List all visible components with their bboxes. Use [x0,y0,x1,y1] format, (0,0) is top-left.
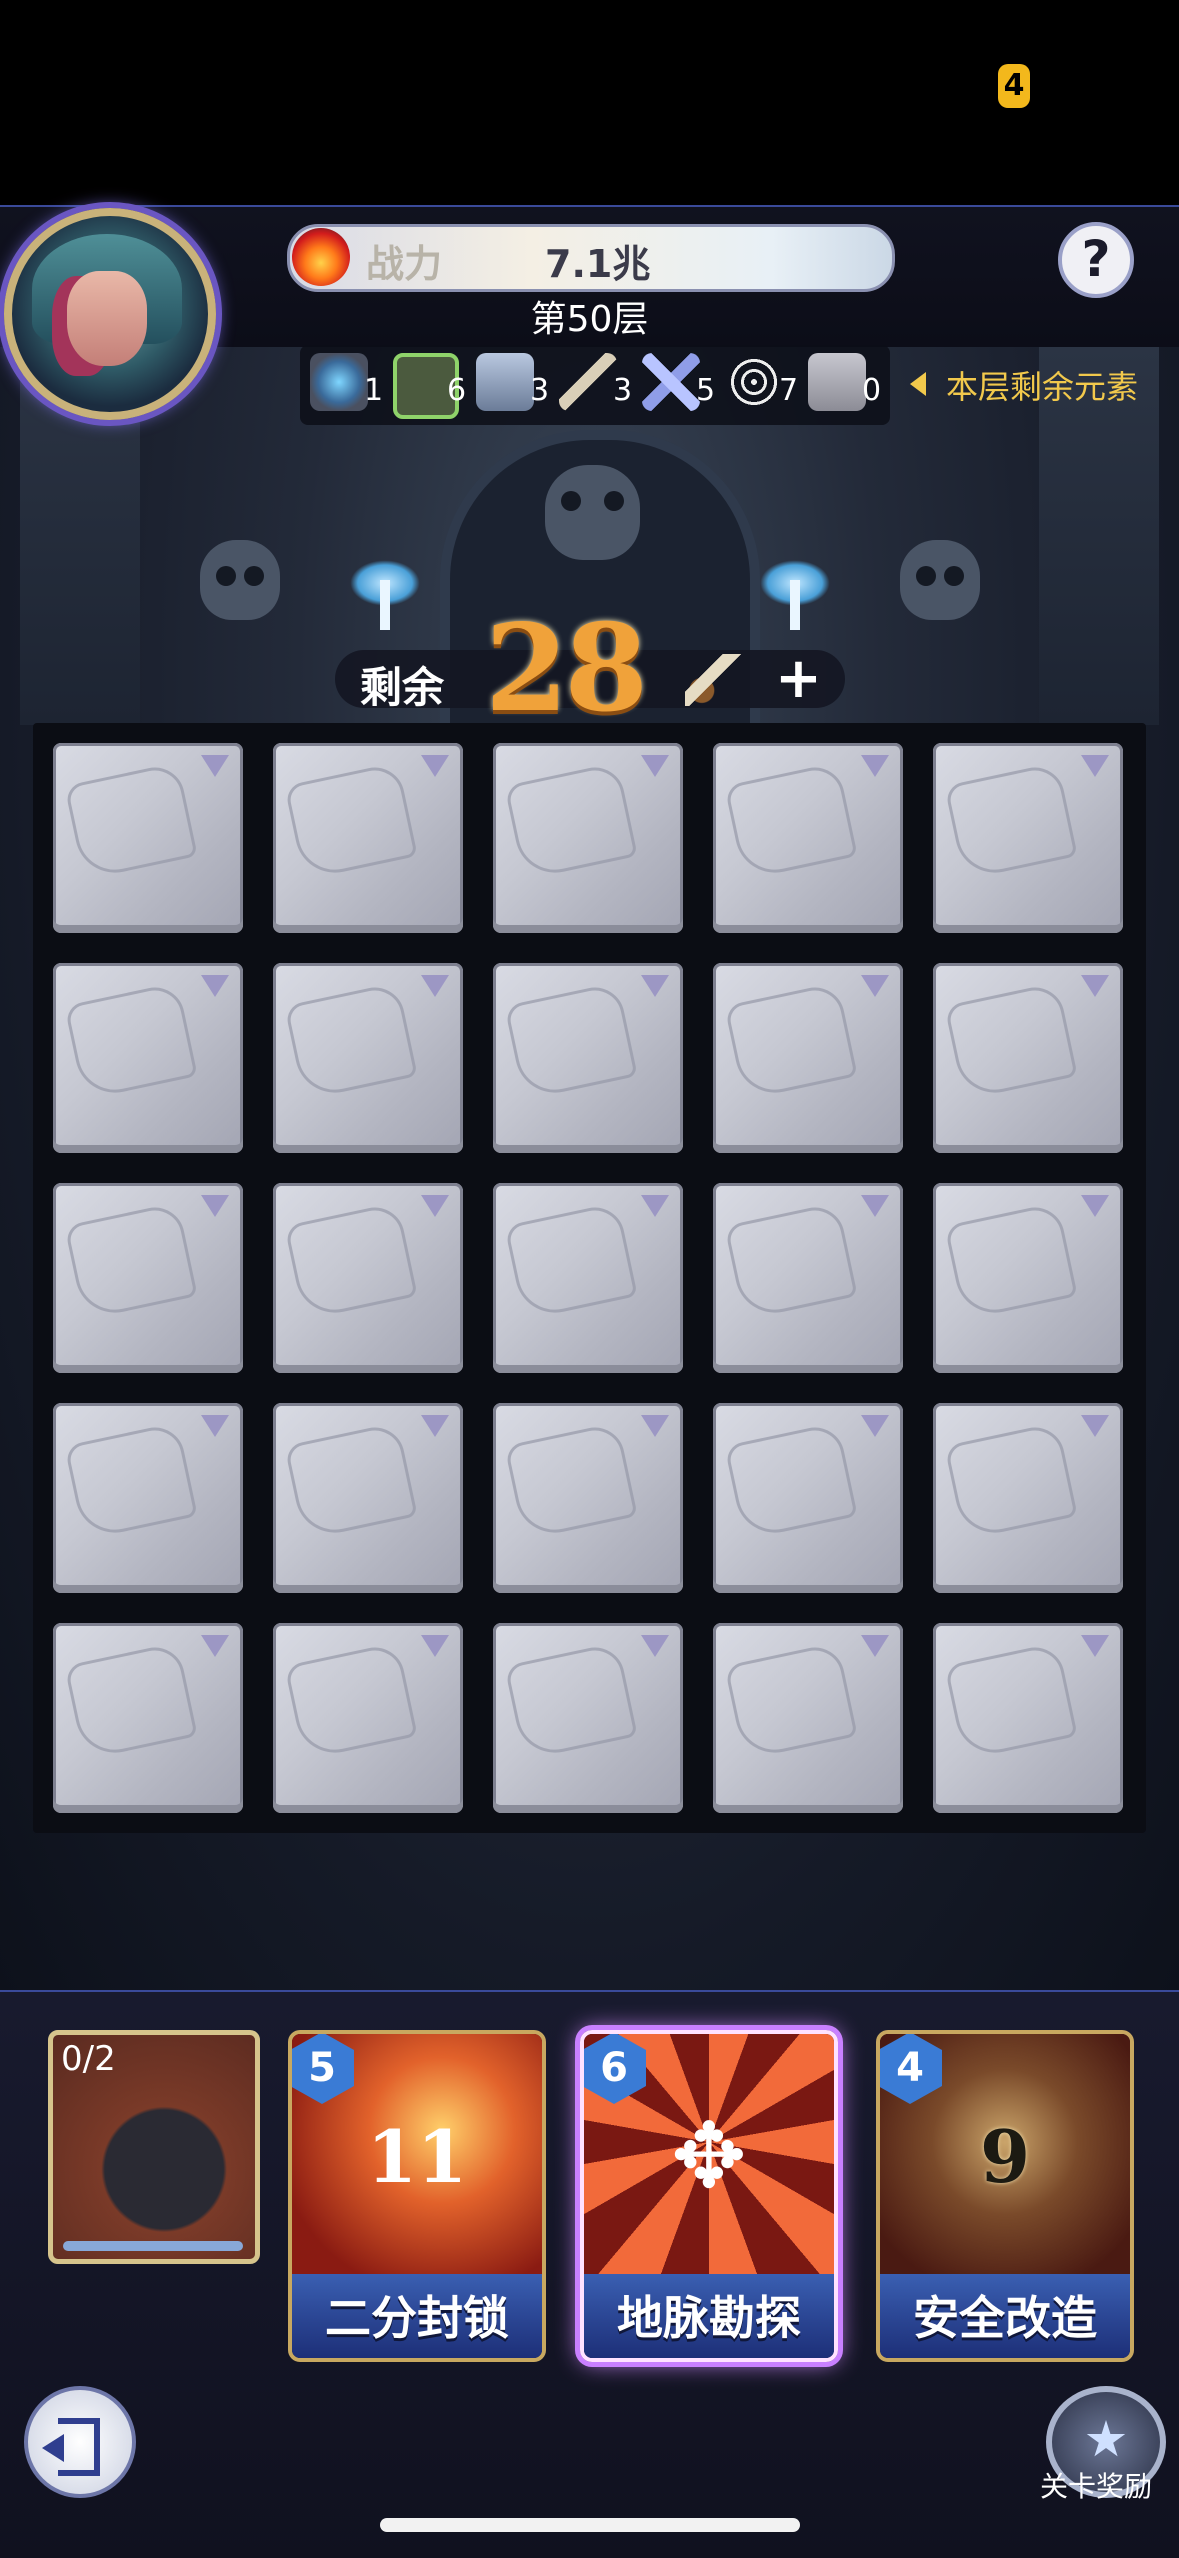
stone-tile[interactable] [713,1403,903,1593]
stone-tile[interactable] [53,1403,243,1593]
remaining-count: 28 [485,598,648,739]
element-count: 6 [447,373,467,408]
avatar-face [67,271,147,366]
crossed-swords-icon [642,353,700,411]
skill-label: 二分封锁 [325,2291,509,2345]
player-avatar[interactable] [4,208,216,420]
stone-tile[interactable] [713,1623,903,1813]
stone-tile[interactable] [273,1623,463,1813]
exit-arrow-icon [42,2434,64,2462]
element-shovel[interactable]: 3 [559,353,639,417]
element-puzzle[interactable]: 0 [808,353,888,417]
skill-card-earth-vein-survey[interactable]: ✥ 地脉勘探 6 [580,2030,838,2362]
level-reward-label: 关卡奖励 [1040,2470,1153,2503]
shovel-icon [559,353,617,411]
element-web[interactable]: 7 [725,353,805,417]
stone-tile[interactable] [493,963,683,1153]
skill-label: 地脉勘探 [617,2291,801,2345]
skull-icon [200,540,280,620]
stone-tile[interactable] [273,1183,463,1373]
legend-arrow-icon [910,372,926,396]
element-count: 3 [530,373,550,408]
home-indicator[interactable] [380,2518,800,2532]
stone-tile[interactable] [53,1183,243,1373]
exit-button[interactable] [24,2386,136,2498]
stone-tile[interactable] [493,1403,683,1593]
exit-door-shape [58,2418,100,2476]
bomb-counter: 0/2 [61,2039,116,2079]
skill-card-binary-lock[interactable]: 11 二分封锁 5 [288,2030,546,2362]
element-count: 5 [696,373,716,408]
element-blocked[interactable]: 6 [393,353,473,419]
skill-label: 安全改造 [913,2291,1097,2345]
stone-tile[interactable] [53,743,243,933]
stone-tile[interactable] [713,1183,903,1373]
power-bar: 战力 7.1兆 [287,224,895,292]
stone-tile[interactable] [713,743,903,933]
stone-tile[interactable] [933,1183,1123,1373]
element-count: 3 [613,373,633,408]
spider-web-icon [725,353,783,411]
stone-tile[interactable] [273,963,463,1153]
stone-tile[interactable] [933,1623,1123,1813]
element-count: 0 [862,373,882,408]
element-swords[interactable]: 5 [642,353,722,417]
stone-tile[interactable] [493,743,683,933]
chest-icon [476,353,534,411]
stone-tile[interactable] [493,1183,683,1373]
stone-tile[interactable] [273,743,463,933]
stone-tile[interactable] [53,1623,243,1813]
power-value: 7.1兆 [545,242,651,286]
lamp-icon [340,560,430,630]
elements-legend: 本层剩余元素 [946,368,1139,406]
bomb-progress-bar [63,2241,243,2251]
status-chip: 4 [998,64,1030,108]
remaining-label: 剩余 [360,663,445,712]
remaining-bar: 剩余 28 + [335,598,845,739]
fire-icon [292,228,350,286]
stone-tile[interactable] [933,963,1123,1153]
skull-icon [900,540,980,620]
tile-grid [33,723,1146,1833]
skill-number: 9 [979,2114,1031,2199]
bomb-item[interactable]: 0/2 [48,2030,260,2264]
star-icon [1086,2420,1126,2457]
power-label: 战力 [366,242,443,286]
stone-tile[interactable] [53,963,243,1153]
stone-tile[interactable] [933,743,1123,933]
stone-tile[interactable] [493,1623,683,1813]
element-count: 1 [364,373,384,408]
elements-bar: 1 6 3 3 5 7 0 [300,345,890,425]
skull-icon [545,465,640,560]
skill-card-safety-upgrade[interactable]: 9 安全改造 4 [876,2030,1134,2362]
move-arrows-icon: ✥ [671,2104,747,2209]
element-chest[interactable]: 3 [476,353,556,417]
element-count: 7 [779,373,799,408]
element-tombstone[interactable]: 1 [310,353,390,417]
puzzle-piece-icon [808,353,866,411]
shovel-icon [685,654,741,706]
lamp-icon [750,560,840,630]
add-shovel-button[interactable]: + [775,646,822,711]
skill-number: 11 [366,2114,468,2199]
help-button[interactable]: ? [1058,222,1134,298]
status-area: 4 [0,0,1179,205]
stone-tile[interactable] [273,1403,463,1593]
tombstone-icon [310,353,368,411]
stone-tile[interactable] [713,963,903,1153]
stone-tile[interactable] [933,1403,1123,1593]
